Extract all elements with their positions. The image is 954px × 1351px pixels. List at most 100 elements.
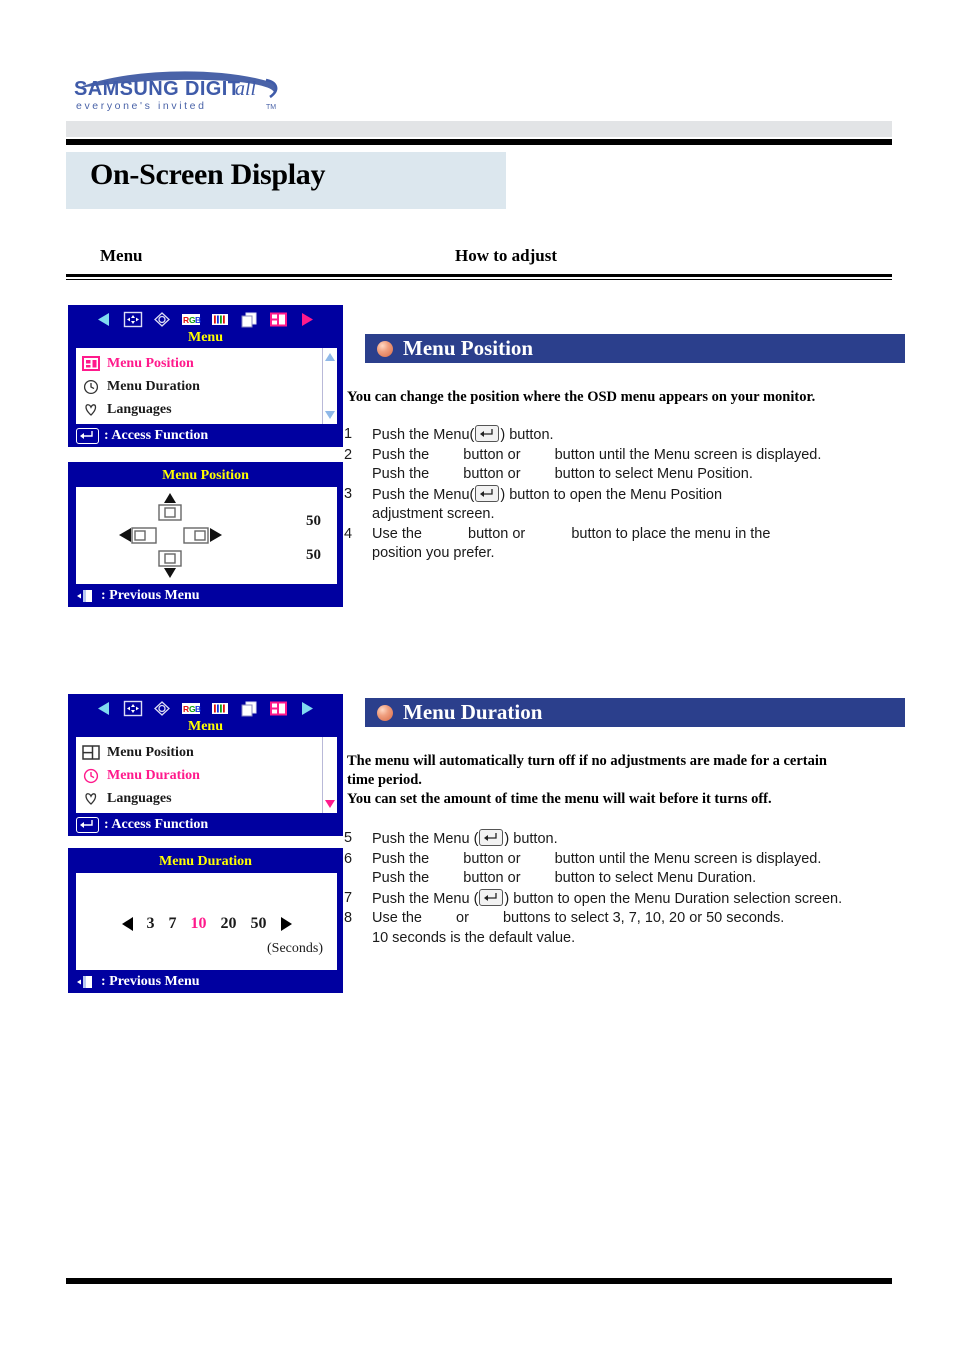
scroll-down-icon[interactable] <box>325 411 335 419</box>
menu-duration-selector[interactable]: 3 7 10 20 50 (Seconds) <box>76 873 337 970</box>
enter-key-icon <box>76 427 99 444</box>
osd-footer-label: : Access Function <box>104 427 209 443</box>
enter-key-icon <box>475 425 500 442</box>
step-text-post: ) button. <box>504 831 558 847</box>
osd-item-menu-position[interactable]: Menu Position <box>82 352 322 375</box>
step-text-pre: Push the Menu( <box>372 427 475 443</box>
step-4-continued: position you prefer. <box>372 545 495 561</box>
duration-option-20[interactable]: 20 <box>221 915 237 933</box>
rgb-color-icon[interactable]: R G B <box>180 310 202 329</box>
step-text: Push the Menu ( ) button. <box>372 829 904 850</box>
osd-item-languages[interactable]: Languages <box>82 787 322 810</box>
osd-overlay-icon[interactable] <box>238 699 260 718</box>
menu-settings-icon[interactable] <box>267 699 289 718</box>
enter-key-icon <box>76 816 99 833</box>
rgb-color-icon[interactable]: R G B <box>180 699 202 718</box>
step-number: 3 <box>344 485 353 502</box>
step-number: 1 <box>344 426 353 442</box>
step-text: Push the button or button until the Menu… <box>372 446 896 466</box>
step-text: Use the button or button to place the me… <box>372 525 896 545</box>
duration-value-row: 3 7 10 20 50 <box>76 915 337 933</box>
osd-footer-1: : Access Function <box>68 424 343 447</box>
step-text-pre: Push the Menu ( <box>372 831 479 847</box>
increase-arrow-icon[interactable] <box>280 917 292 931</box>
step-number <box>344 465 372 485</box>
svg-text:SAMSUNG DIGIT: SAMSUNG DIGIT <box>74 78 240 100</box>
step-text-tail: buttons to select 3, 7, 10, 20 or 50 sec… <box>498 910 785 926</box>
geometry-icon[interactable] <box>209 310 231 329</box>
osd-item-label: Menu Position <box>107 744 194 760</box>
duration-option-3[interactable]: 3 <box>147 915 155 933</box>
step-text-post: button or <box>459 870 525 886</box>
prev-arrow-icon[interactable] <box>93 310 115 329</box>
image-size-icon[interactable] <box>151 310 173 329</box>
osd-adjust-title-1: Menu Position <box>162 468 249 483</box>
step-text: Push the button or button to select Menu… <box>372 869 904 889</box>
osd-item-menu-duration[interactable]: Menu Duration <box>82 764 322 787</box>
step-text-post: button or <box>459 446 525 463</box>
step-number: 8 <box>344 910 353 926</box>
osd-footer-label: : Access Function <box>104 816 209 832</box>
step-text: Push the Menu () button to open the Menu… <box>372 888 904 910</box>
osd-scrollbar-2[interactable] <box>322 737 337 813</box>
column-header-how-to-adjust: How to adjust <box>455 246 558 265</box>
osd-adjust-footer-1: : Previous Menu <box>68 584 343 607</box>
scroll-up-icon[interactable] <box>325 742 335 750</box>
header-black-rule <box>66 139 892 145</box>
image-position-icon[interactable] <box>122 699 144 718</box>
previous-menu-icon <box>76 974 96 990</box>
step-text: Use the or buttons to select 3, 7, 10, 2… <box>372 909 904 929</box>
next-arrow-icon[interactable] <box>296 699 318 718</box>
step-number: 2 <box>344 446 353 463</box>
osd-toolbar-2: R G B <box>68 694 343 721</box>
osd-item-label: Menu Position <box>107 355 194 371</box>
duration-option-50[interactable]: 50 <box>251 915 267 933</box>
step-text-post: or <box>452 910 473 926</box>
osd-scrollbar-1[interactable] <box>322 348 337 424</box>
duration-option-7[interactable]: 7 <box>169 915 177 933</box>
osd-item-label: Languages <box>107 401 172 417</box>
osd-adjust-footer-label: : Previous Menu <box>101 587 200 603</box>
step-3-continued: adjustment screen. <box>372 506 495 522</box>
step-text-tail: button to place the menu in the <box>567 525 771 542</box>
next-arrow-icon[interactable] <box>296 310 318 329</box>
step-6-continued: Push the button or button to select Menu… <box>344 869 904 889</box>
image-position-icon[interactable] <box>122 310 144 329</box>
section-banner-menu-duration: Menu Duration <box>365 698 905 727</box>
column-header-menu: Menu <box>100 246 143 265</box>
menu-position-v-value: 50 <box>306 547 321 563</box>
menu-position-icon <box>82 355 100 372</box>
image-size-icon[interactable] <box>151 699 173 718</box>
menu-position-pad[interactable]: 50 50 <box>76 487 337 584</box>
osd-overlay-icon[interactable] <box>238 310 260 329</box>
step-text-pre: Push the Menu( <box>372 486 475 503</box>
scroll-up-icon[interactable] <box>325 353 335 361</box>
step-2-continued: Push the button or button to select Menu… <box>344 465 896 485</box>
step-text-pre: Push the <box>372 446 434 463</box>
decrease-arrow-icon[interactable] <box>121 917 133 931</box>
svg-text:TM: TM <box>266 104 276 111</box>
footer-black-rule <box>66 1278 892 1284</box>
scroll-down-icon[interactable] <box>325 800 335 808</box>
osd-menu-body-2: Menu Position Menu Duration Languages <box>76 737 337 813</box>
osd-item-languages[interactable]: Languages <box>82 398 322 421</box>
clock-icon <box>82 768 100 784</box>
osd-item-menu-position[interactable]: Menu Position <box>82 741 322 764</box>
osd-menu-screen-1: R G B Menu Menu Position Menu Duration L… <box>68 305 343 447</box>
step-1: 1 Push the Menu() button. <box>344 425 896 446</box>
enter-key-icon <box>475 484 500 502</box>
geometry-icon[interactable] <box>209 699 231 718</box>
osd-adjust-screen-1: Menu Position 50 50: Previous Menu <box>68 462 343 607</box>
step-text-pre: Push the <box>372 870 434 886</box>
previous-menu-icon <box>76 588 96 604</box>
osd-item-menu-duration[interactable]: Menu Duration <box>82 375 322 398</box>
step-4: 4 Use the button or button to place the … <box>344 525 896 545</box>
menu-settings-icon[interactable] <box>267 310 289 329</box>
menu-position-icon <box>82 744 100 761</box>
steps-menu-duration: 5 Push the Menu () button. 6 Push the bu… <box>344 829 904 948</box>
globe-icon <box>82 791 100 807</box>
duration-option-10[interactable]: 10 <box>191 915 207 933</box>
osd-footer-2: : Access Function <box>68 813 343 836</box>
prev-arrow-icon[interactable] <box>93 699 115 718</box>
page-title: On-Screen Display <box>90 158 326 191</box>
